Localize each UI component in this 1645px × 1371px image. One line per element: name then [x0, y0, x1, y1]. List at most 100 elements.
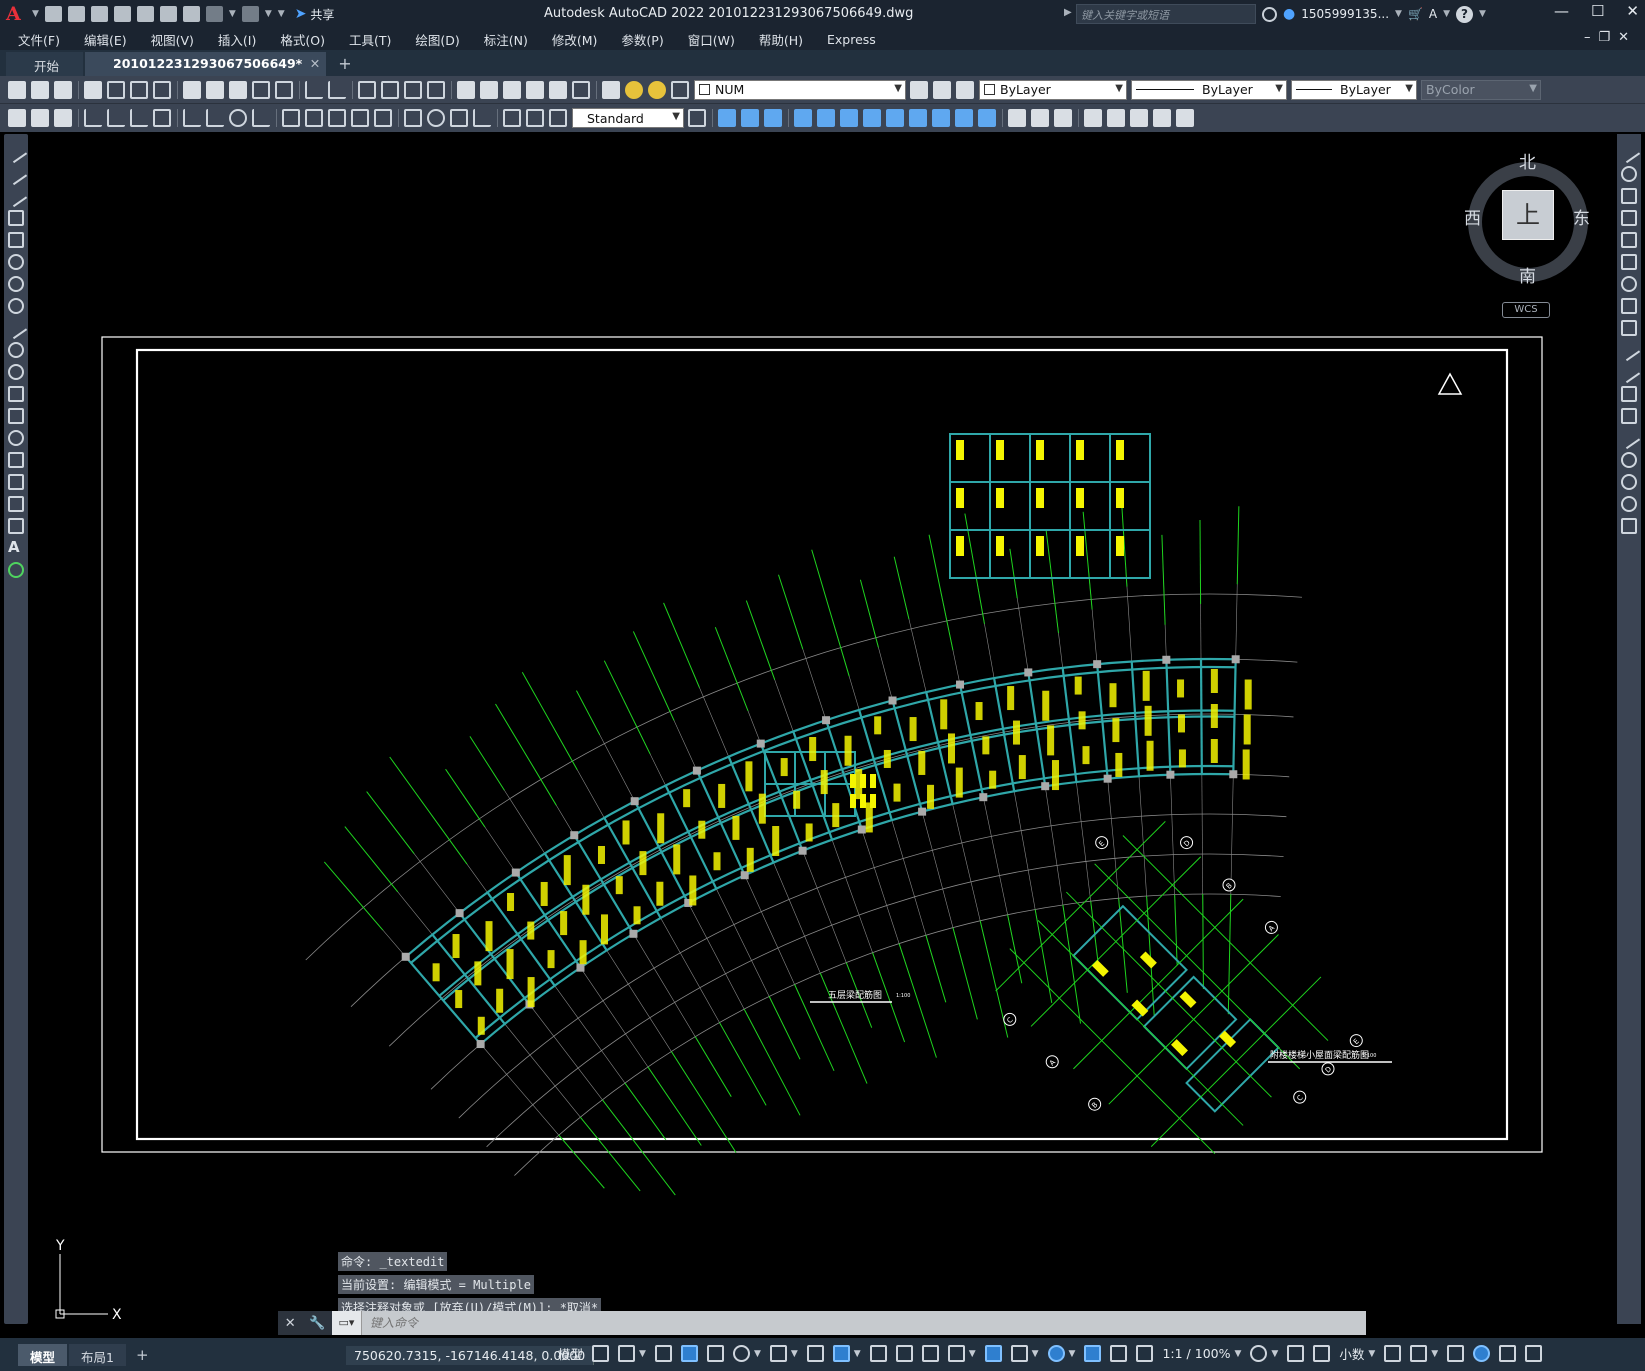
plotstyle-select[interactable]: ByColor ▼	[1421, 79, 1541, 100]
rotate-icon[interactable]	[840, 109, 858, 127]
erase-icon[interactable]	[1617, 140, 1641, 164]
quick-dimension-icon[interactable]	[282, 109, 300, 127]
zoom-window-icon[interactable]	[404, 80, 422, 99]
pan-icon[interactable]	[358, 80, 376, 99]
save-icon[interactable]	[54, 80, 72, 99]
clean-screen-icon[interactable]	[1499, 1345, 1517, 1362]
annotation-scale-icon[interactable]	[1136, 1345, 1154, 1362]
dimension-text-edit-icon[interactable]	[526, 109, 544, 127]
filter-caret-icon[interactable]: ▼	[1032, 1349, 1039, 1359]
lock-ui-icon[interactable]	[1410, 1345, 1428, 1362]
table-icon[interactable]	[8, 518, 24, 534]
offset-icon[interactable]	[1621, 210, 1637, 226]
lineweight-icon[interactable]	[869, 1345, 887, 1362]
break-icon[interactable]	[1621, 408, 1637, 424]
layer-previous-icon[interactable]	[933, 80, 951, 99]
menu-express[interactable]: Express	[827, 32, 876, 47]
construction-line-icon[interactable]	[4, 162, 28, 186]
match-properties-icon[interactable]	[252, 80, 270, 99]
baseline-icon[interactable]	[305, 109, 323, 127]
inspection-icon[interactable]	[450, 109, 468, 127]
user-icon[interactable]: ●	[1283, 6, 1295, 22]
menu-tools[interactable]: 工具(T)	[349, 30, 391, 49]
polyline-icon[interactable]	[4, 184, 28, 208]
join-icon[interactable]	[978, 109, 996, 127]
grid-icon[interactable]	[592, 1345, 610, 1362]
gizmo-icon[interactable]	[1047, 1345, 1065, 1362]
units-value[interactable]: 小数	[1339, 1344, 1364, 1363]
dynamic-ucs-icon[interactable]	[984, 1345, 1002, 1362]
design-center-icon[interactable]	[480, 80, 498, 99]
units-icon[interactable]	[1313, 1345, 1331, 1362]
menu-edit[interactable]: 编辑(E)	[84, 30, 127, 49]
color-select[interactable]: ByLayer ▼	[979, 79, 1127, 100]
units-caret-icon[interactable]: ▼	[1368, 1349, 1375, 1359]
jogged-linear-icon[interactable]	[473, 109, 491, 127]
model-space-button[interactable]: 模型	[558, 1344, 583, 1363]
dimension-update-icon[interactable]	[549, 109, 567, 127]
lock-caret-icon[interactable]: ▼	[1431, 1349, 1438, 1359]
point-icon[interactable]	[8, 430, 24, 446]
blend-curves-icon[interactable]	[1621, 496, 1637, 512]
maximize-icon[interactable]: ☐	[1591, 2, 1604, 20]
dimension-space-icon[interactable]	[351, 109, 369, 127]
workspace-gear-icon[interactable]	[1250, 1345, 1268, 1362]
undo-icon[interactable]	[205, 6, 223, 22]
save-icon[interactable]	[90, 6, 108, 22]
transparency-icon[interactable]	[895, 1345, 913, 1362]
diameter-icon[interactable]	[229, 109, 247, 127]
minimize-icon[interactable]: —	[1554, 2, 1569, 20]
ellipse-icon[interactable]	[8, 342, 24, 358]
edit-array-icon[interactable]	[1176, 109, 1194, 127]
tab-drawing[interactable]: 20101223129306750664​9* ✕	[85, 52, 327, 76]
app-caret-icon[interactable]: ▼	[1443, 9, 1450, 19]
viewcube-top-face[interactable]: 上	[1502, 190, 1554, 240]
doc-close-icon[interactable]: ✕	[1618, 30, 1637, 45]
make-current-layer-icon[interactable]	[910, 80, 928, 99]
chamfer-icon[interactable]	[1621, 452, 1637, 468]
graphics-performance-icon[interactable]	[1473, 1345, 1491, 1362]
extend-icon[interactable]	[932, 109, 950, 127]
fillet-icon[interactable]	[1031, 109, 1049, 127]
isometric-caret-icon[interactable]: ▼	[791, 1349, 798, 1359]
tab-layout1[interactable]: 布局1	[69, 1343, 126, 1366]
chamfer-icon[interactable]	[1008, 109, 1026, 127]
plot-icon[interactable]	[182, 6, 200, 22]
search-expand-icon[interactable]: ▶	[1064, 7, 1072, 18]
ordinate-icon[interactable]	[153, 109, 171, 127]
stretch-icon[interactable]	[1621, 320, 1637, 336]
plot-icon[interactable]	[84, 80, 102, 99]
snap-caret-icon[interactable]: ▼	[639, 1349, 646, 1359]
tolerance-icon[interactable]	[404, 109, 422, 127]
search-input[interactable]: 键入关键字或短语	[1076, 4, 1256, 24]
edit-polyline-icon[interactable]	[1107, 109, 1125, 127]
line-icon[interactable]	[4, 140, 28, 164]
layer-viewport-icon[interactable]	[671, 80, 689, 99]
app-menu-caret-icon[interactable]: ▼	[32, 9, 39, 19]
menu-insert[interactable]: 插入(I)	[218, 30, 256, 49]
tab-model[interactable]: 模型	[18, 1343, 68, 1366]
layer-states-icon[interactable]	[956, 80, 974, 99]
redo-caret-icon[interactable]: ▼	[265, 9, 272, 19]
menu-modify[interactable]: 修改(M)	[552, 30, 598, 49]
layer-select[interactable]: NUM ▼	[694, 79, 906, 100]
user-caret-icon[interactable]: ▼	[1395, 9, 1402, 19]
cut-icon[interactable]	[183, 80, 201, 99]
paste-icon[interactable]	[229, 80, 247, 99]
command-close-icon[interactable]: ✕	[285, 1316, 296, 1331]
user-name[interactable]: 1505999135...	[1301, 7, 1389, 21]
add-selected-icon[interactable]	[8, 562, 24, 578]
auto-scale-icon[interactable]	[1110, 1345, 1128, 1362]
close-icon[interactable]: ✕	[1626, 2, 1639, 20]
scale-icon[interactable]	[1621, 298, 1637, 314]
compass-south[interactable]: 南	[1519, 262, 1536, 287]
plot-preview-icon[interactable]	[107, 80, 125, 99]
command-prompt-icon[interactable]: ▭▾	[332, 1311, 362, 1335]
drawing-canvas[interactable]: EDBACABCDE 五层梁配筋图 1:100 附楼楼梯小屋面梁配筋图 1:10…	[30, 134, 1610, 1324]
explode-icon[interactable]	[1621, 518, 1637, 534]
tab-start[interactable]: 开始	[6, 52, 84, 76]
compass-west[interactable]: 西	[1464, 204, 1481, 229]
rotate-icon[interactable]	[1621, 276, 1637, 292]
workspace-caret-icon[interactable]: ▼	[1271, 1349, 1278, 1359]
customization-icon[interactable]	[1525, 1345, 1543, 1362]
